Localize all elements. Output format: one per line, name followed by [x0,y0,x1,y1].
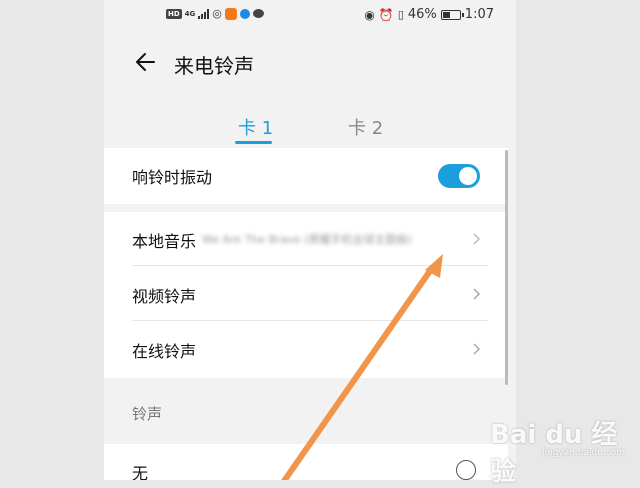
vibrate-icon: ▯ [397,8,404,21]
local-music-label: 本地音乐 [132,232,197,251]
clock: 1:07 [464,7,494,22]
online-ringtone-label: 在线铃声 [132,342,197,361]
hd-indicator: HD [166,8,182,19]
radio-button-icon[interactable] [456,460,476,480]
local-music-row[interactable]: 本地音乐 We Are The Brave (荣耀手机全球主题曲) [104,212,508,266]
vibrate-toggle[interactable] [438,164,480,188]
status-bar: HD 4G ◎ ◉ ⏰ ▯ 46% 1:07 [104,0,516,30]
tab-card-1[interactable]: 卡 1 [238,114,273,140]
active-tab-indicator [235,141,272,144]
signal-icon [198,8,210,19]
watermark-url: jingyan.baidu.com [542,448,626,458]
page-title: 来电铃声 [174,54,254,78]
phone-screen: HD 4G ◎ ◉ ⏰ ▯ 46% 1:07 来电铃声 卡 1 卡 2 响铃时振… [104,0,516,480]
vibrate-card: 响铃时振动 [104,148,508,204]
browser-app-icon [239,8,250,19]
network-type: 4G [184,9,196,18]
battery-percent: 46% [407,7,437,22]
video-ringtone-label: 视频铃声 [132,287,197,306]
battery-icon [440,9,464,20]
online-ringtone-row[interactable]: 在线铃声 [104,322,508,376]
chevron-right-icon [473,343,481,355]
app-header: 来电铃声 [104,40,516,84]
tab-card-2[interactable]: 卡 2 [348,114,383,140]
status-right: ◉ ⏰ ▯ 46% 1:07 [364,7,494,22]
ringtone-list-card: 无 [104,444,508,480]
chevron-right-icon [473,233,481,245]
video-ringtone-row[interactable]: 视频铃声 [104,267,508,321]
status-left: HD 4G ◎ [166,7,264,20]
back-arrow-icon[interactable] [132,48,160,76]
ringtone-none-label: 无 [132,464,149,480]
vibrate-label: 响铃时振动 [132,168,213,187]
toggle-knob [459,167,477,185]
baidu-watermark: Bai du 经验 jingyan.baidu.com [490,412,640,487]
local-music-value: We Are The Brave (荣耀手机全球主题曲) [202,233,412,246]
chat-icon [252,9,264,18]
eye-icon: ◉ [364,7,375,22]
divider [132,320,488,321]
ringtone-source-card: 本地音乐 We Are The Brave (荣耀手机全球主题曲) 视频铃声 在… [104,212,508,378]
chevron-right-icon [473,288,481,300]
ringtone-none-row[interactable]: 无 [104,444,508,480]
divider [132,265,488,266]
sim-tabs: 卡 1 卡 2 [104,110,516,146]
alarm-icon: ⏰ [378,7,394,22]
ringtone-section-header: 铃声 [132,405,163,423]
vibrate-row[interactable]: 响铃时振动 [104,148,508,202]
scrollbar[interactable] [505,150,508,385]
video-app-icon [224,7,237,20]
hotspot-icon: ◎ [212,7,222,20]
